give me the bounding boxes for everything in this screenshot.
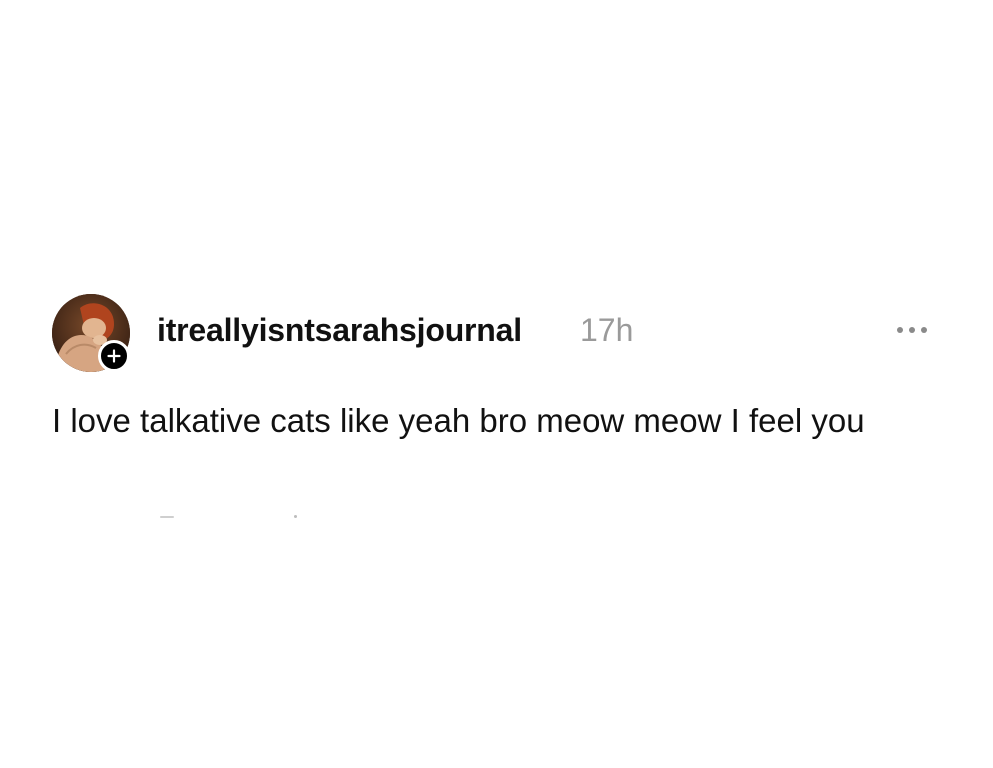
more-options-button[interactable] bbox=[890, 318, 934, 342]
ellipsis-icon bbox=[897, 327, 927, 333]
cropped-text-fragment bbox=[160, 516, 174, 518]
author-avatar-container bbox=[52, 294, 132, 374]
follow-button[interactable] bbox=[98, 340, 130, 372]
post-card: itreallyisntsarahsjournal 17h I love tal… bbox=[0, 0, 993, 768]
plus-icon bbox=[107, 349, 121, 363]
post-body-text: I love talkative cats like yeah bro meow… bbox=[52, 402, 865, 439]
post-timestamp: 17h bbox=[580, 312, 634, 348]
cropped-text-fragment-dot bbox=[294, 515, 297, 518]
author-username-link[interactable]: itreallyisntsarahsjournal bbox=[157, 312, 522, 349]
